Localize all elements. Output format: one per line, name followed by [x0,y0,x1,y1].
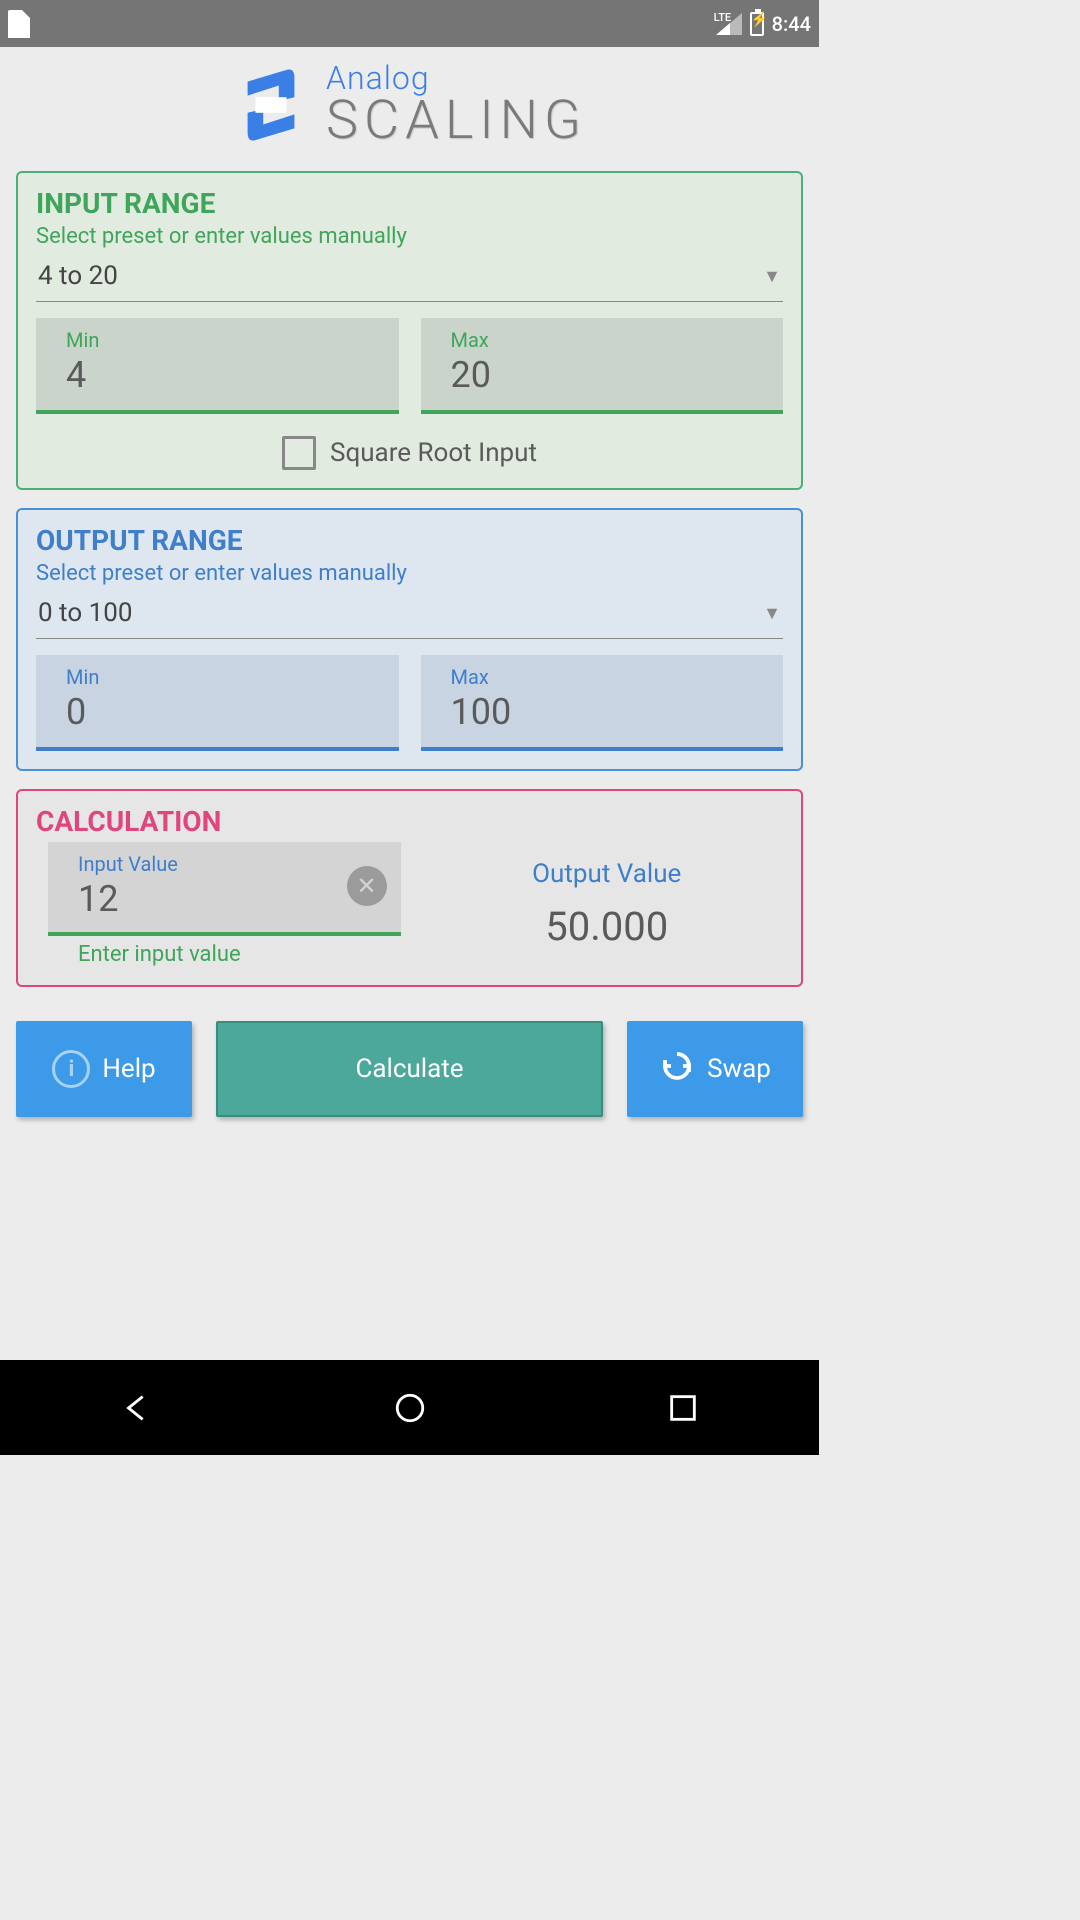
input-max-label: Max [451,328,766,352]
calculate-button[interactable]: Calculate [216,1021,603,1117]
output-min-label: Min [66,665,381,689]
info-icon: i [52,1050,90,1088]
output-preset-select[interactable]: 0 to 100 ▼ [36,592,783,639]
calculate-label: Calculate [355,1054,463,1084]
output-range-subtext: Select preset or enter values manually [36,561,783,586]
recent-apps-button[interactable] [633,1383,733,1433]
sqrt-checkbox[interactable]: Square Root Input [36,436,783,470]
dropdown-icon: ▼ [763,266,781,287]
dropdown-icon: ▼ [763,603,781,624]
input-min-field[interactable]: Min 4 [36,318,399,414]
input-max-value: 20 [451,354,766,396]
input-helper-text: Enter input value [78,942,401,967]
home-button[interactable] [360,1383,460,1433]
help-button[interactable]: i Help [16,1021,192,1117]
clock: 8:44 [772,12,811,36]
input-value: 12 [78,878,178,920]
clear-input-button[interactable]: ✕ [347,866,387,906]
app-title-bottom: SCALING [326,94,587,148]
input-min-label: Min [66,328,381,352]
app-logo-icon [232,57,310,153]
swap-button[interactable]: Swap [627,1021,803,1117]
input-range-title: INPUT RANGE [36,187,783,220]
input-preset-select[interactable]: 4 to 20 ▼ [36,255,783,302]
output-max-field[interactable]: Max 100 [421,655,784,751]
app-header: Analog SCALING [16,57,803,153]
output-value-label: Output Value [532,859,681,889]
sdcard-icon [8,10,30,38]
battery-icon [750,12,764,36]
help-label: Help [102,1054,155,1084]
output-preset-value: 0 to 100 [38,598,132,628]
swap-icon [659,1048,695,1091]
action-buttons: i Help Calculate Swap [16,1021,803,1117]
input-max-field[interactable]: Max 20 [421,318,784,414]
input-range-card: INPUT RANGE Select preset or enter value… [16,171,803,490]
network-indicator: LTE [716,13,742,35]
input-min-value: 4 [66,354,381,396]
output-max-value: 100 [451,691,766,733]
close-icon: ✕ [356,872,376,900]
input-range-subtext: Select preset or enter values manually [36,224,783,249]
output-max-label: Max [451,665,766,689]
input-preset-value: 4 to 20 [38,261,118,291]
output-value: 50.000 [545,903,668,950]
calculation-title: CALCULATION [36,805,783,838]
status-bar: LTE 8:44 [0,0,819,47]
app-content: Analog SCALING INPUT RANGE Select preset… [0,47,819,1360]
swap-label: Swap [707,1054,771,1084]
output-range-card: OUTPUT RANGE Select preset or enter valu… [16,508,803,771]
output-min-value: 0 [66,691,381,733]
input-value-field[interactable]: Input Value 12 ✕ [48,842,401,936]
checkbox-icon [282,436,316,470]
back-button[interactable] [87,1383,187,1433]
output-min-field[interactable]: Min 0 [36,655,399,751]
input-value-label: Input Value [78,852,178,876]
sqrt-label: Square Root Input [330,438,537,468]
android-navbar [0,1360,819,1455]
signal-icon [716,13,742,35]
output-range-title: OUTPUT RANGE [36,524,783,557]
calculation-card: CALCULATION Input Value 12 ✕ Enter input… [16,789,803,987]
